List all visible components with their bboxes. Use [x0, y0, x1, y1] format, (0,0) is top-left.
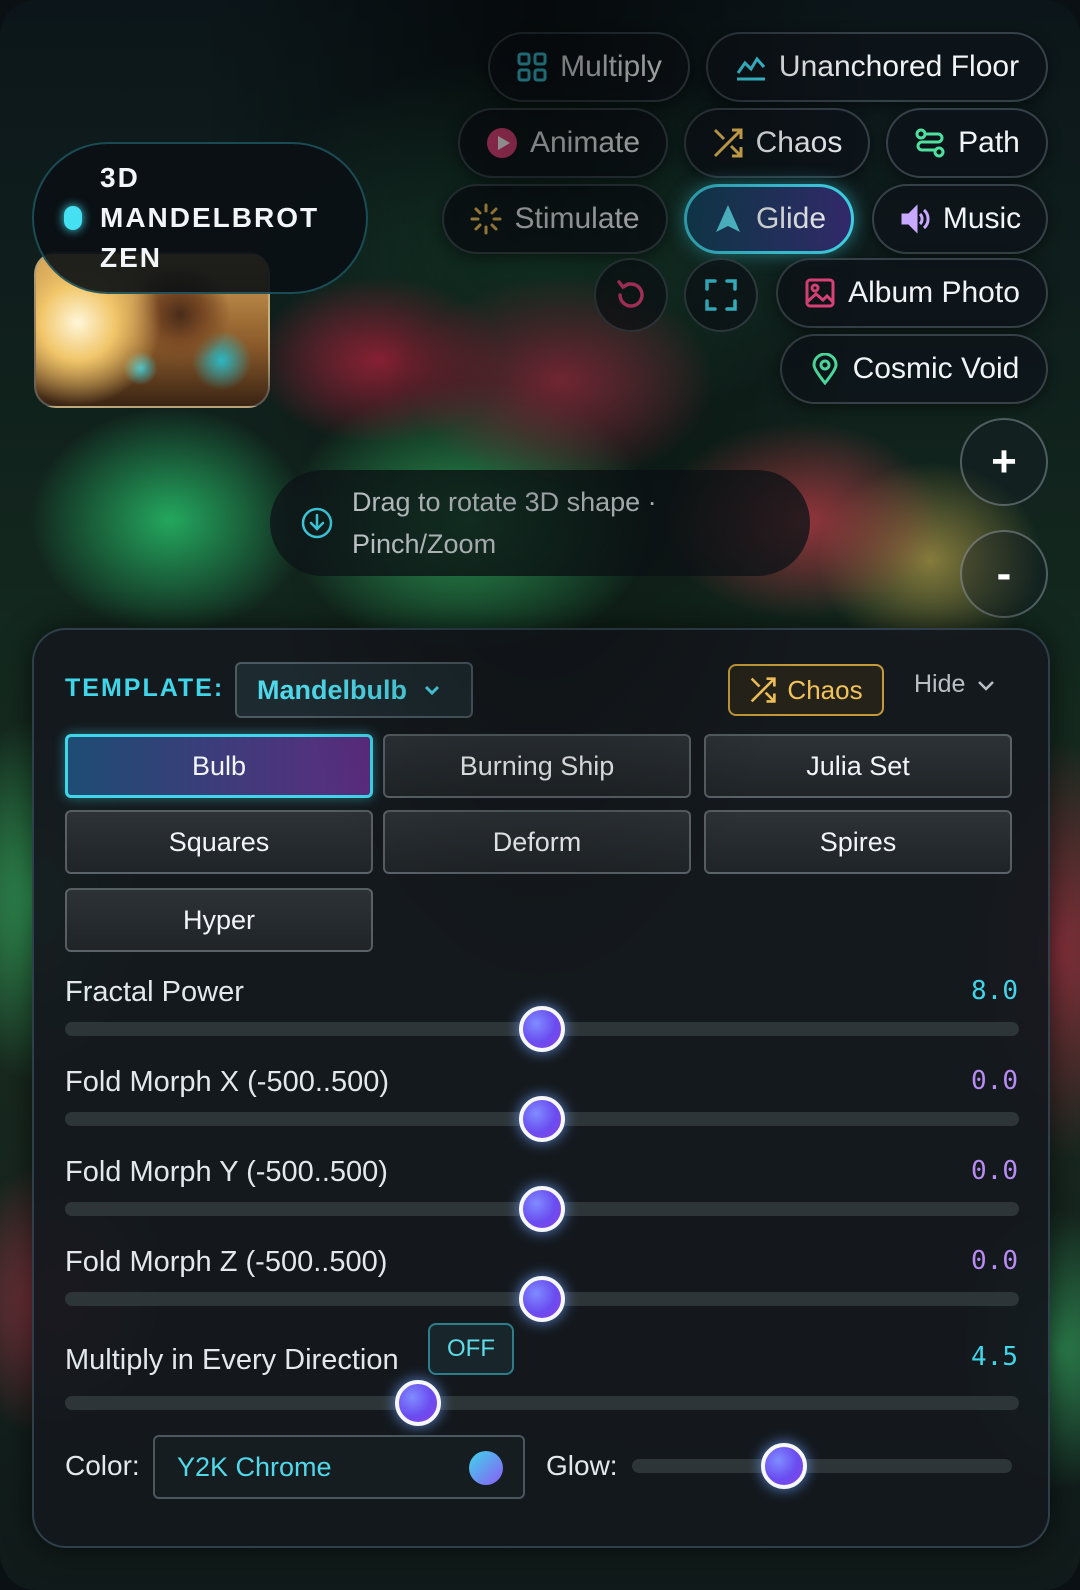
- reset-button[interactable]: [594, 258, 668, 332]
- fold-morph-z-knob[interactable]: [519, 1276, 565, 1322]
- multiply-direction-label: Multiply in Every Direction: [65, 1344, 399, 1376]
- fold-morph-z-label: Fold Morph Z (-500..500): [65, 1246, 388, 1278]
- multiply-direction-value: 4.5: [971, 1342, 1018, 1372]
- album-photo-label: Album Photo: [848, 276, 1020, 309]
- template-squares-label: Squares: [168, 826, 270, 857]
- shuffle-icon: [713, 128, 743, 158]
- fold-morph-x-label: Fold Morph X (-500..500): [65, 1066, 389, 1098]
- chart-line-icon: [736, 56, 766, 81]
- music-label: Music: [942, 202, 1022, 235]
- map-pin-icon: [812, 353, 838, 385]
- fractal-power-knob[interactable]: [519, 1006, 565, 1052]
- grid-icon: [517, 52, 547, 82]
- glide-button[interactable]: Glide: [684, 184, 854, 254]
- zoom-in-label: +: [991, 437, 1017, 486]
- fold-morph-y-label: Fold Morph Y (-500..500): [65, 1156, 388, 1188]
- template-julia-set-label: Julia Set: [806, 750, 910, 781]
- fold-morph-y-value: 0.0: [971, 1156, 1018, 1186]
- color-swatch: [469, 1451, 503, 1485]
- template-squares[interactable]: Squares: [65, 810, 373, 874]
- zoom-out-button[interactable]: -: [960, 530, 1048, 618]
- template-burning-ship[interactable]: Burning Ship: [383, 734, 691, 798]
- app-title-card: 3D MANDELBROT ZEN: [32, 142, 368, 294]
- speaker-icon: [901, 204, 930, 234]
- color-select[interactable]: Y2K Chrome: [153, 1435, 525, 1499]
- chaos-label: Chaos: [755, 126, 843, 159]
- color-select-value: Y2K Chrome: [177, 1451, 332, 1482]
- multiply-direction-slider[interactable]: [65, 1380, 1019, 1426]
- fold-morph-y-slider[interactable]: [65, 1186, 1019, 1232]
- gesture-hint-text: Drag to rotate 3D shape · Pinch/Zoom: [352, 487, 657, 559]
- unanchored-floor-label: Unanchored Floor: [778, 50, 1020, 83]
- template-burning-ship-label: Burning Ship: [459, 750, 615, 781]
- multiply-label: Multiply: [560, 50, 662, 83]
- fullscreen-icon: [705, 279, 737, 311]
- panel-chaos-label: Chaos: [787, 674, 863, 705]
- template-bulb-label: Bulb: [191, 750, 247, 781]
- template-hyper-label: Hyper: [182, 904, 256, 935]
- template-select-value: Mandelbulb: [257, 674, 407, 705]
- template-bulb[interactable]: Bulb: [65, 734, 373, 798]
- path-button[interactable]: Path: [886, 108, 1048, 178]
- multiply-direction-knob[interactable]: [394, 1380, 441, 1426]
- cosmic-void-label: Cosmic Void: [852, 352, 1020, 385]
- animate-label: Animate: [529, 126, 641, 159]
- fractal-power-value: 8.0: [971, 976, 1018, 1006]
- glow-label: Glow:: [546, 1450, 618, 1481]
- fold-morph-x-value: 0.0: [971, 1066, 1018, 1096]
- multiply-direction-toggle-label: OFF: [447, 1335, 495, 1362]
- download-circle-icon: [301, 507, 333, 539]
- zoom-out-label: -: [996, 549, 1012, 598]
- glow-slider[interactable]: [632, 1443, 1012, 1489]
- animate-button[interactable]: Animate: [458, 108, 668, 178]
- multiply-direction-toggle[interactable]: OFF: [428, 1323, 514, 1375]
- color-label: Color:: [65, 1450, 140, 1481]
- template-deform-label: Deform: [492, 826, 582, 857]
- control-panel: TEMPLATE: Mandelbulb Chaos Hide Bulb Bur…: [32, 628, 1050, 1548]
- template-hyper[interactable]: Hyper: [65, 888, 373, 952]
- glide-label: Glide: [755, 202, 827, 235]
- fractal-power-slider[interactable]: [65, 1006, 1019, 1052]
- chevron-down-icon: [978, 680, 995, 691]
- template-spires[interactable]: Spires: [704, 810, 1012, 874]
- navigation-arrow-icon: [715, 205, 740, 232]
- unanchored-floor-button[interactable]: Unanchored Floor: [706, 32, 1048, 102]
- path-label: Path: [958, 126, 1020, 159]
- template-label: TEMPLATE:: [65, 674, 225, 702]
- zoom-in-button[interactable]: +: [960, 418, 1048, 506]
- panel-chaos-button[interactable]: Chaos: [728, 664, 884, 716]
- chevron-down-icon: [424, 685, 440, 696]
- play-icon: [486, 128, 517, 158]
- stimulate-label: Stimulate: [514, 202, 640, 235]
- fold-morph-z-value: 0.0: [971, 1246, 1018, 1276]
- rotate-ccw-icon: [617, 280, 644, 308]
- image-icon: [805, 278, 835, 308]
- fullscreen-button[interactable]: [684, 258, 758, 332]
- template-julia-set[interactable]: Julia Set: [704, 734, 1012, 798]
- fold-morph-z-slider[interactable]: [65, 1276, 1019, 1322]
- fold-morph-x-knob[interactable]: [519, 1096, 565, 1142]
- fold-morph-y-knob[interactable]: [519, 1186, 565, 1232]
- chaos-button[interactable]: Chaos: [684, 108, 870, 178]
- cosmic-void-button[interactable]: Cosmic Void: [780, 334, 1048, 404]
- template-deform[interactable]: Deform: [383, 810, 691, 874]
- route-icon: [915, 128, 945, 158]
- album-photo-button[interactable]: Album Photo: [776, 258, 1048, 328]
- shuffle-icon: [751, 677, 777, 703]
- multiply-button[interactable]: Multiply: [488, 32, 690, 102]
- hide-panel-button[interactable]: Hide: [914, 670, 997, 699]
- template-select[interactable]: Mandelbulb: [235, 662, 473, 718]
- glow-knob[interactable]: [761, 1443, 807, 1489]
- music-button[interactable]: Music: [872, 184, 1048, 254]
- stimulate-button[interactable]: Stimulate: [442, 184, 668, 254]
- fractal-power-label: Fractal Power: [65, 976, 244, 1008]
- template-spires-label: Spires: [819, 826, 897, 857]
- fold-morph-x-slider[interactable]: [65, 1096, 1019, 1142]
- app-title: 3D MANDELBROT ZEN: [100, 162, 320, 273]
- loader-icon: [470, 203, 502, 235]
- gesture-hint: Drag to rotate 3D shape · Pinch/Zoom: [270, 470, 810, 576]
- status-dot: [64, 206, 82, 230]
- fractal-viewport[interactable]: 3D MANDELBROT ZEN Multiply Unanchored Fl…: [0, 0, 1080, 1590]
- hide-label: Hide: [914, 670, 966, 698]
